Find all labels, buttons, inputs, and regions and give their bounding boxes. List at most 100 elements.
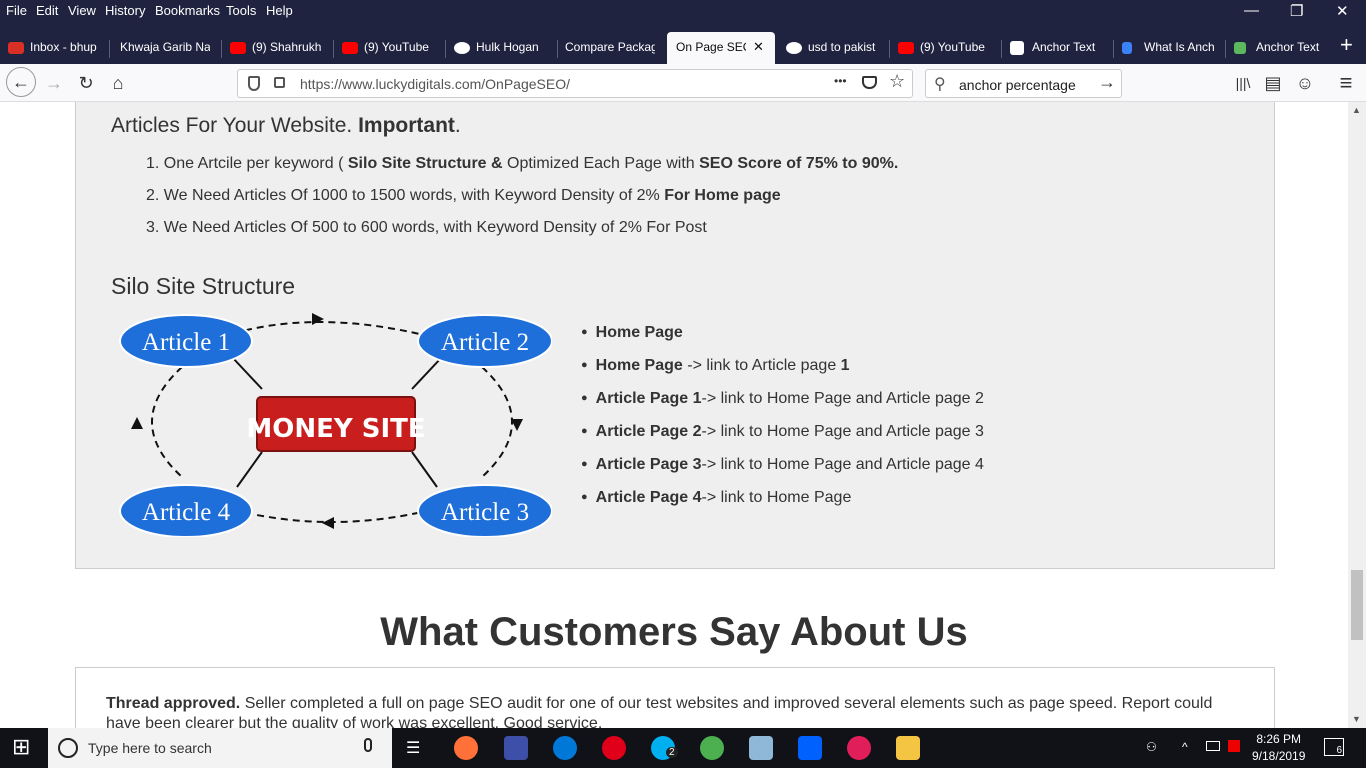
menu-file[interactable]: File	[6, 3, 27, 18]
menu-view[interactable]: View	[68, 3, 96, 18]
item-text: -> link to Home Page and Article page 2	[701, 390, 984, 407]
testimonials-heading: What Customers Say About Us	[380, 610, 968, 654]
pocket-icon[interactable]	[862, 76, 877, 89]
shield-icon	[248, 76, 260, 91]
item-text: -> link to Home Page and Article page 3	[701, 423, 984, 440]
date: 9/18/2019	[1252, 749, 1306, 763]
tab-shahrukh[interactable]: (9) Shahrukh	[222, 32, 332, 64]
tab-label: Inbox - bhup	[30, 40, 97, 54]
menu-bookmarks[interactable]: Bookmarks	[155, 3, 220, 18]
item-number: 1.	[146, 155, 164, 172]
scroll-down-icon[interactable]: ▼	[1352, 714, 1361, 724]
close-window-button[interactable]: ✕	[1336, 2, 1349, 20]
account-icon[interactable]: ☺	[1291, 70, 1319, 96]
item-bold: Article Page 4	[595, 489, 702, 506]
task-view-icon[interactable]: ☰	[406, 738, 420, 758]
youtube-icon	[898, 42, 914, 54]
silo-heading: Silo Site Structure	[111, 273, 296, 299]
new-tab-button[interactable]: +	[1340, 32, 1353, 58]
back-button[interactable]: ←	[6, 67, 36, 97]
clock[interactable]: 8:26 PM 9/18/2019	[1252, 731, 1305, 765]
firefox-icon[interactable]	[454, 736, 478, 760]
search-bar[interactable]: ⚲ anchor percentage →	[925, 69, 1122, 98]
item-bold: Home Page	[595, 357, 683, 374]
app-icon[interactable]	[749, 736, 773, 760]
item-text: -> link to Home Page	[701, 489, 852, 506]
navigation-bar: ← → ↻ ⌂ https://www.luckydigitals.com/On…	[0, 64, 1366, 102]
scroll-thumb[interactable]	[1351, 570, 1363, 640]
page-scrollbar[interactable]: ▲ ▼	[1348, 102, 1366, 728]
item-text: -> link to Home Page and Article page 4	[701, 456, 984, 473]
tab-inbox[interactable]: Inbox - bhup	[0, 32, 108, 64]
link-arrow	[231, 356, 263, 390]
notifications-icon[interactable]: 6	[1324, 738, 1344, 756]
item-text: -> link to Article page	[682, 357, 841, 374]
list-item: 1. One Artcile per keyword ( Silo Site S…	[146, 148, 898, 180]
microphone-icon[interactable]	[364, 738, 372, 752]
search-input[interactable]: anchor percentage	[959, 77, 1076, 93]
menu-icon[interactable]: ≡	[1332, 70, 1360, 96]
tab-youtube[interactable]: (9) YouTube	[334, 32, 444, 64]
tab-label: (9) YouTube	[920, 40, 985, 54]
item-bold: Silo Site Structure &	[347, 155, 508, 172]
dropbox-icon[interactable]	[798, 736, 822, 760]
tab-khwaja[interactable]: Khwaja Garib Na	[110, 32, 220, 64]
tab-what-is-anchor[interactable]: What Is Anch	[1114, 32, 1224, 64]
url-text[interactable]: https://www.luckydigitals.com/OnPageSEO/	[300, 76, 570, 92]
tab-label: Compare Packag	[565, 40, 655, 54]
item-text: We Need Articles Of 500 to 600 words, wi…	[163, 219, 707, 236]
bookmark-star-icon[interactable]: ☆	[889, 71, 905, 92]
forward-button[interactable]: →	[40, 70, 68, 96]
library-icon[interactable]: |||\	[1229, 70, 1257, 96]
chevron-up-icon[interactable]: ^	[1182, 740, 1188, 754]
close-tab-icon[interactable]: ✕	[753, 39, 764, 55]
taskbar: ⊞ Type here to search ☰ 2 ⚇ ^ 8:26 PM 9/1…	[0, 728, 1366, 768]
money-site-label: MONEY SITE	[246, 414, 425, 444]
home-button[interactable]: ⌂	[104, 70, 132, 96]
menu-tools[interactable]: Tools	[226, 3, 256, 18]
item-bold: Article Page 1	[595, 390, 702, 407]
menu-help[interactable]: Help	[266, 3, 293, 18]
menu-edit[interactable]: Edit	[36, 3, 58, 18]
url-bar[interactable]: https://www.luckydigitals.com/OnPageSEO/…	[237, 69, 913, 98]
search-go-button[interactable]: →	[1098, 72, 1116, 93]
tab-compare-packages[interactable]: Compare Packag	[558, 32, 666, 64]
google-icon	[786, 42, 802, 54]
chrome-icon[interactable]	[700, 736, 724, 760]
info-panel: Articles For Your Website. Important. 1.…	[75, 102, 1275, 569]
tab-youtube-2[interactable]: (9) YouTube	[890, 32, 1000, 64]
tab-label: What Is Anch	[1144, 40, 1215, 54]
page-actions-icon[interactable]: •••	[834, 74, 847, 88]
heading-bold: Important	[358, 114, 455, 137]
tab-anchor-text-2[interactable]: Anchor Text	[1226, 32, 1328, 64]
app-icon[interactable]	[504, 736, 528, 760]
tab-hulk-hogan[interactable]: Hulk Hogan	[446, 32, 556, 64]
search-icon: ⚲	[934, 76, 946, 93]
file-explorer-icon[interactable]	[896, 736, 920, 760]
skype-icon[interactable]: 2	[651, 736, 678, 760]
menu-history[interactable]: History	[105, 3, 145, 18]
articles-heading: Articles For Your Website. Important.	[111, 114, 461, 138]
tab-usd-pkr[interactable]: usd to pakist	[778, 32, 888, 64]
tab-on-page-seo[interactable]: On Page SEO ✕	[667, 32, 775, 64]
tab-label: On Page SEO	[676, 40, 746, 54]
scroll-up-icon[interactable]: ▲	[1352, 105, 1361, 115]
tab-label: (9) Shahrukh	[252, 40, 322, 54]
item-bold: SEO Score of 75% to 90%.	[699, 155, 899, 172]
tray-icon[interactable]	[1228, 740, 1240, 752]
minimize-button[interactable]: —	[1244, 2, 1259, 19]
windows-start-icon[interactable]: ⊞	[12, 734, 30, 760]
list-item: 2. We Need Articles Of 1000 to 1500 word…	[146, 180, 898, 212]
people-icon[interactable]: ⚇	[1146, 740, 1157, 754]
skype-badge: 2	[666, 747, 678, 758]
taskbar-search[interactable]: Type here to search	[48, 728, 392, 768]
tab-anchor-text[interactable]: Anchor Text	[1002, 32, 1112, 64]
slack-icon[interactable]	[847, 736, 871, 760]
lock-icon	[274, 77, 285, 88]
opera-icon[interactable]	[602, 736, 626, 760]
restore-button[interactable]: ❐	[1290, 2, 1303, 20]
network-icon[interactable]	[1206, 741, 1220, 751]
sidebar-icon[interactable]: ▤	[1259, 70, 1287, 96]
reload-button[interactable]: ↻	[72, 70, 100, 96]
edge-icon[interactable]	[553, 736, 577, 760]
